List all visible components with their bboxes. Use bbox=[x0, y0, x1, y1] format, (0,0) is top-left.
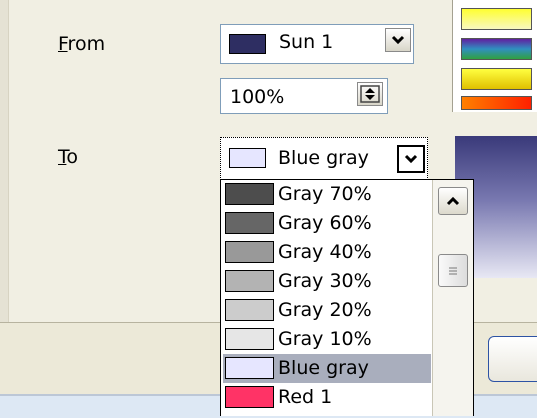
dialog-button[interactable] bbox=[488, 336, 537, 382]
list-item[interactable]: Gray 70% bbox=[223, 180, 431, 209]
to-color-value: Blue gray bbox=[278, 147, 369, 169]
list-item-label: Gray 70% bbox=[278, 183, 372, 205]
gradient-swatch-yellow[interactable] bbox=[461, 8, 532, 30]
color-swatch bbox=[225, 299, 274, 321]
color-dropdown-list[interactable]: Gray 70% Gray 60% Gray 40% Gray 30% Gray… bbox=[220, 179, 474, 416]
from-label: From bbox=[58, 33, 106, 55]
list-item-label: Gray 30% bbox=[278, 270, 372, 292]
color-swatch bbox=[225, 183, 274, 205]
to-color-dropdown[interactable]: Blue gray bbox=[220, 137, 428, 180]
to-color-swatch bbox=[229, 148, 266, 168]
list-item[interactable]: Gray 60% bbox=[223, 209, 431, 238]
list-item-label: Gray 40% bbox=[278, 241, 372, 263]
chevron-down-icon[interactable] bbox=[385, 28, 411, 52]
vertical-scrollbar[interactable] bbox=[432, 180, 473, 416]
gradient-list-preview bbox=[452, 0, 537, 112]
gradient-swatch-gold[interactable] bbox=[461, 68, 532, 90]
list-item-label: Gray 10% bbox=[278, 328, 372, 350]
scroll-thumb-grip-icon[interactable] bbox=[438, 254, 468, 287]
intensity-spinbox[interactable]: 100% bbox=[220, 78, 388, 114]
from-color-value: Sun 1 bbox=[279, 31, 334, 53]
list-item-label: Gray 20% bbox=[278, 299, 372, 321]
list-item-label: Red 1 bbox=[278, 386, 333, 408]
list-item[interactable]: Gray 20% bbox=[223, 296, 431, 325]
list-item-selected[interactable]: Blue gray bbox=[223, 354, 431, 383]
list-item[interactable]: Red 1 bbox=[223, 383, 431, 412]
list-item[interactable]: Gray 10% bbox=[223, 325, 431, 354]
list-item[interactable]: Gray 30% bbox=[223, 267, 431, 296]
color-swatch bbox=[225, 241, 274, 263]
color-swatch bbox=[225, 386, 274, 408]
list-item-label: Gray 60% bbox=[278, 212, 372, 234]
gradient-swatch-orange[interactable] bbox=[461, 96, 532, 110]
intensity-value: 100% bbox=[230, 86, 285, 108]
from-color-dropdown[interactable]: Sun 1 bbox=[220, 24, 414, 64]
list-item[interactable]: Gray 40% bbox=[223, 238, 431, 267]
from-color-swatch bbox=[229, 34, 266, 54]
list-item-label: Blue gray bbox=[278, 357, 369, 379]
to-label: To bbox=[58, 146, 79, 168]
color-swatch bbox=[225, 357, 274, 379]
chevron-down-icon[interactable] bbox=[397, 145, 425, 173]
color-swatch bbox=[225, 328, 274, 350]
color-swatch bbox=[225, 270, 274, 292]
gradient-swatch-purple-green[interactable] bbox=[461, 38, 532, 60]
chevron-up-icon[interactable] bbox=[438, 187, 468, 215]
color-swatch bbox=[225, 212, 274, 234]
spin-arrows-icon[interactable] bbox=[357, 82, 383, 106]
